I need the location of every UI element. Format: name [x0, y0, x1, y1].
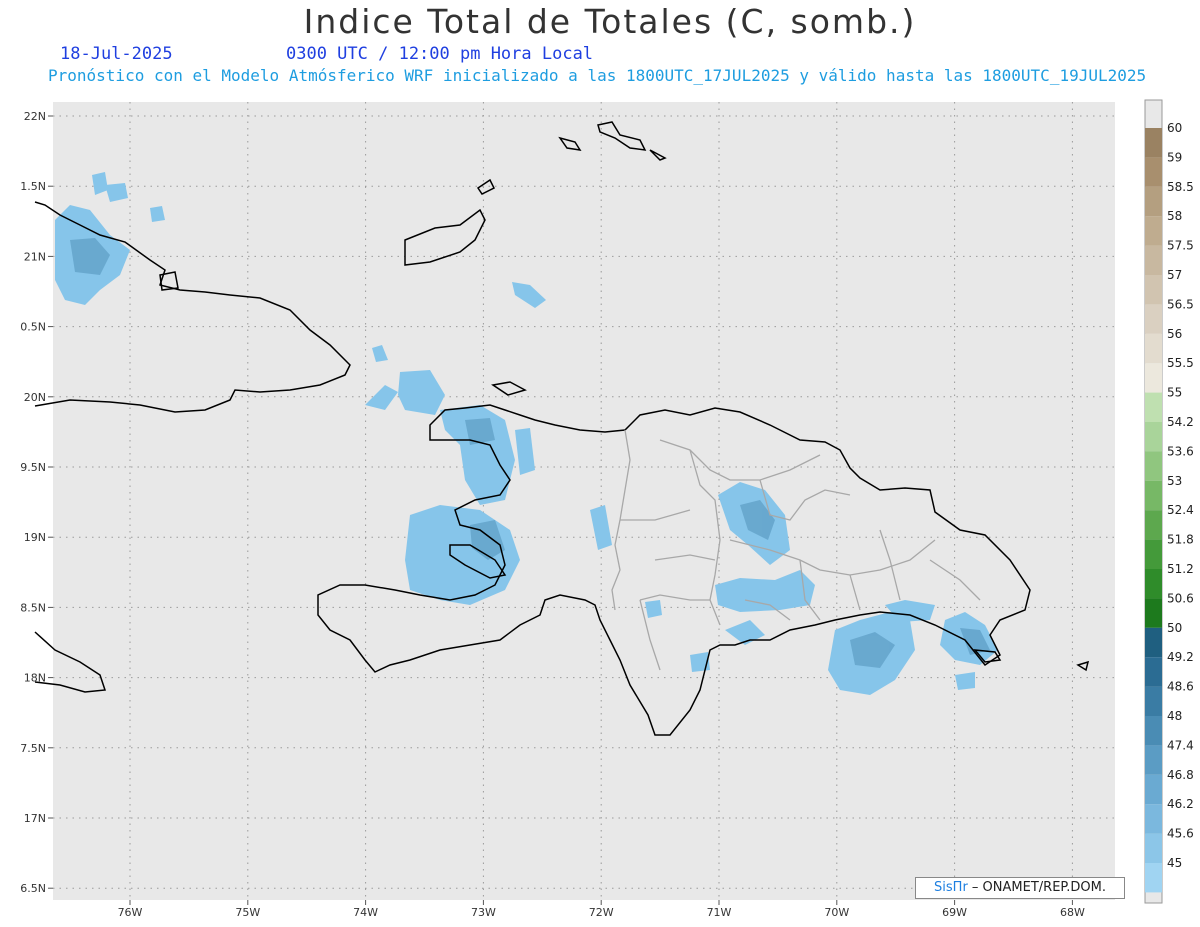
colorbar-swatch: [1145, 128, 1162, 158]
lat-label: 18N: [24, 672, 46, 685]
colorbar-swatch: [1145, 304, 1162, 334]
colorbar-label: 52.4: [1167, 503, 1194, 517]
colorbar-swatch: [1145, 157, 1162, 187]
lon-label: 74W: [353, 906, 378, 919]
lat-label: 9.5N: [20, 461, 46, 474]
colorbar-label: 45: [1167, 856, 1182, 870]
colorbar-swatch: [1145, 186, 1162, 217]
colorbar-label: 47.4: [1167, 738, 1194, 752]
colorbar-label: 46.8: [1167, 768, 1194, 782]
colorbar-swatch: [1145, 598, 1162, 628]
lat-label: 0.5N: [20, 321, 46, 334]
colorbar-label: 46.2: [1167, 797, 1194, 811]
colorbar-swatch: [1145, 745, 1162, 775]
colorbar-swatch: [1145, 686, 1162, 716]
credit-brand: SisПr: [934, 880, 968, 895]
colorbar-label: 51.8: [1167, 533, 1194, 547]
shade-haiti-south: [645, 600, 662, 618]
colorbar-swatch: [1145, 539, 1162, 569]
colorbar-swatch: [1145, 392, 1162, 422]
lat-label: 17N: [24, 812, 46, 825]
colorbar-label: 49.2: [1167, 650, 1194, 664]
weather-map: 22N 1.5N 21N 0.5N 20N 9.5N 19N 8.5N 18N 7.5N 17N 6.…: [20, 99, 1194, 919]
colorbar: 60 59 58.5 58 57.5 57 56.5 56 55.5 55 54.2 53.6 53 52…: [1144, 99, 1194, 904]
lat-label: 19N: [24, 531, 46, 544]
colorbar-swatch: [1145, 275, 1162, 305]
colorbar-label: 48: [1167, 709, 1182, 723]
colorbar-swatch: [1145, 245, 1162, 275]
colorbar-swatch: [1145, 774, 1162, 805]
colorbar-swatch: [1145, 716, 1162, 746]
colorbar-swatch: [1145, 333, 1162, 364]
colorbar-swatch: [1145, 363, 1162, 393]
colorbar-label: 56.5: [1167, 297, 1194, 311]
colorbar-label: 57.5: [1167, 239, 1194, 253]
colorbar-label: 53.6: [1167, 444, 1194, 458]
credit-box: SisПr – ONAMET/REP.DOM.: [915, 877, 1125, 899]
colorbar-swatch: [1145, 451, 1162, 481]
colorbar-label: 55.5: [1167, 356, 1194, 370]
credit-text: – ONAMET/REP.DOM.: [967, 880, 1106, 895]
colorbar-swatch: [1145, 422, 1162, 452]
lon-label: 68W: [1060, 906, 1085, 919]
lat-label: 20N: [24, 391, 46, 404]
colorbar-swatch: [1145, 480, 1162, 511]
lat-label: 6.5N: [20, 882, 46, 895]
colorbar-label: 55: [1167, 386, 1182, 400]
colorbar-swatch: [1145, 863, 1162, 893]
colorbar-label: 59: [1167, 150, 1182, 164]
lat-label: 22N: [24, 110, 46, 123]
colorbar-swatch: [1145, 804, 1162, 834]
colorbar-label: 50: [1167, 621, 1182, 635]
colorbar-swatch: [1145, 569, 1162, 599]
lon-label: 73W: [471, 906, 496, 919]
lon-label: 75W: [235, 906, 260, 919]
colorbar-label: 60: [1167, 121, 1182, 135]
colorbar-label: 50.6: [1167, 591, 1194, 605]
colorbar-swatch: [1145, 833, 1162, 863]
lon-label: 72W: [589, 906, 614, 919]
lat-label: 1.5N: [20, 180, 46, 193]
colorbar-label: 54.2: [1167, 415, 1194, 429]
colorbar-label: 48.6: [1167, 680, 1194, 694]
lat-label: 8.5N: [20, 601, 46, 614]
lon-label: 69W: [942, 906, 967, 919]
colorbar-swatch: [1145, 627, 1162, 658]
lat-label: 7.5N: [20, 742, 46, 755]
lon-label: 71W: [707, 906, 732, 919]
lon-label: 70W: [824, 906, 849, 919]
map-area: [53, 102, 1115, 900]
colorbar-label: 45.6: [1167, 827, 1194, 841]
colorbar-label: 51.2: [1167, 562, 1194, 576]
colorbar-swatch: [1145, 657, 1162, 687]
shade-dr-small-2: [955, 672, 975, 690]
colorbar-label: 56: [1167, 327, 1182, 341]
lon-label: 76W: [118, 906, 143, 919]
colorbar-label: 53: [1167, 474, 1182, 488]
colorbar-label: 57: [1167, 268, 1182, 282]
colorbar-swatch: [1145, 510, 1162, 540]
lat-label: 21N: [24, 250, 46, 263]
colorbar-label: 58.5: [1167, 180, 1194, 194]
colorbar-swatch: [1145, 216, 1162, 246]
colorbar-label: 58: [1167, 209, 1182, 223]
